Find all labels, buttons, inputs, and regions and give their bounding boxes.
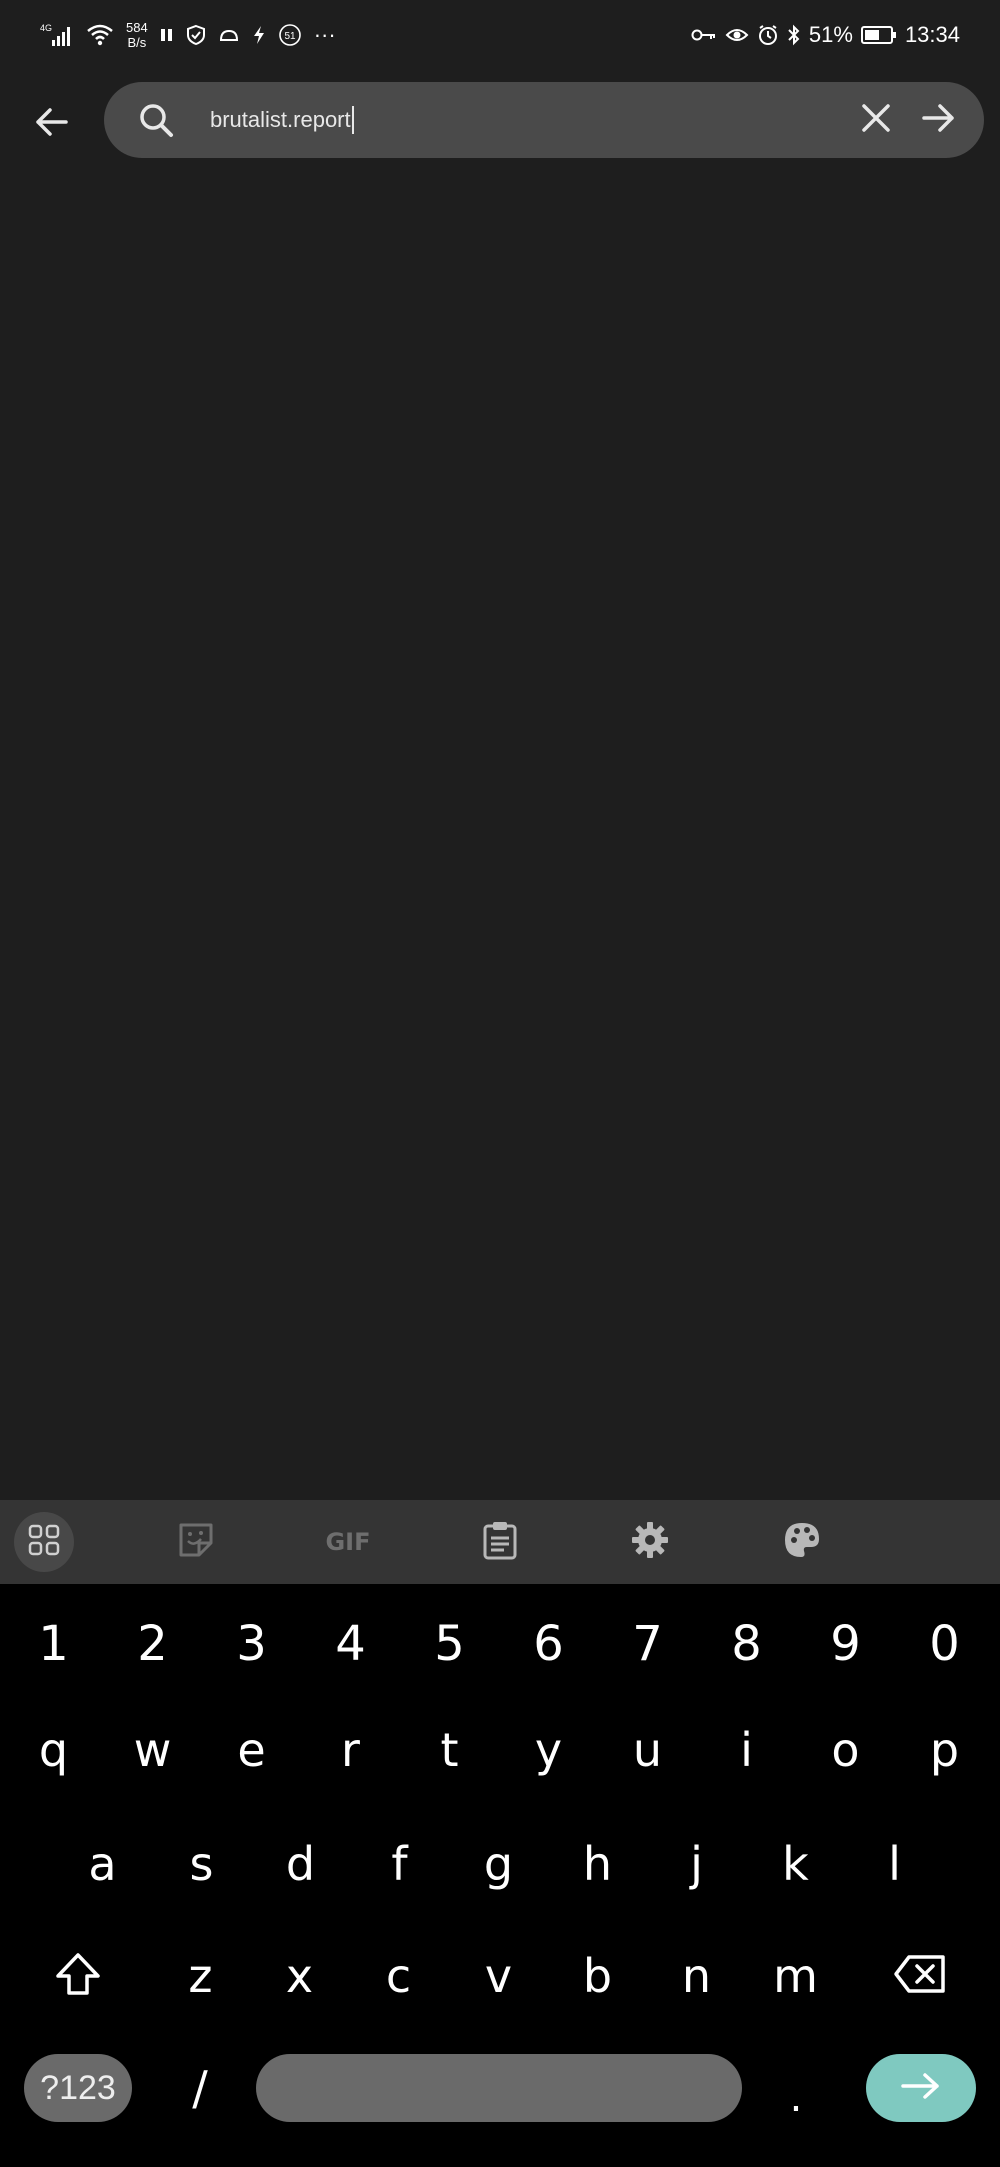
arrow-right-icon — [920, 100, 956, 140]
key-t[interactable]: t — [400, 1700, 499, 1800]
key-3[interactable]: 3 — [202, 1594, 301, 1694]
key-q[interactable]: q — [4, 1700, 103, 1800]
go-button[interactable] — [918, 100, 958, 140]
key-5[interactable]: 5 — [400, 1594, 499, 1694]
key-4[interactable]: 4 — [301, 1594, 400, 1694]
key-period[interactable]: . — [746, 2038, 846, 2138]
key-e[interactable]: e — [202, 1700, 301, 1800]
search-input[interactable]: brutalist.report — [210, 100, 354, 140]
status-bar-left: 4G 584 B/s 51 ··· — [40, 14, 336, 56]
network-type: 4G — [40, 23, 52, 33]
arrow-left-icon — [32, 102, 72, 146]
key-j[interactable]: j — [647, 1814, 746, 1914]
key-a[interactable]: a — [53, 1814, 152, 1914]
suggestions-area — [0, 170, 1000, 1500]
more-icon: ··· — [313, 22, 336, 47]
key-g[interactable]: g — [449, 1814, 548, 1914]
signal-icon: 4G — [40, 22, 74, 48]
close-icon — [859, 101, 893, 139]
key-slash[interactable]: / — [150, 2038, 250, 2138]
search-icon — [136, 100, 176, 140]
search-bar[interactable]: brutalist.report — [104, 82, 984, 158]
keyboard: 1 2 3 4 5 6 7 8 9 0 q w e r t y u i o p … — [0, 1584, 1000, 2167]
net-speed-unit: B/s — [127, 35, 147, 50]
gif-icon: GIF — [325, 1528, 371, 1556]
key-9[interactable]: 9 — [796, 1594, 895, 1694]
key-8[interactable]: 8 — [697, 1594, 796, 1694]
key-i[interactable]: i — [697, 1700, 796, 1800]
bluetooth-icon — [787, 24, 801, 46]
key-6[interactable]: 6 — [499, 1594, 598, 1694]
clear-button[interactable] — [856, 100, 896, 140]
status-bar: 4G 584 B/s 51 ··· 51% 13:34 — [0, 0, 1000, 70]
key-f[interactable]: f — [350, 1814, 449, 1914]
arrow-right-icon — [899, 2070, 943, 2106]
shift-icon — [54, 1952, 102, 2000]
net-speed-value: 584 — [126, 20, 148, 35]
key-v[interactable]: v — [449, 1926, 548, 2026]
key-k[interactable]: k — [746, 1814, 845, 1914]
clipboard-button[interactable] — [472, 1514, 528, 1570]
notification-count: 51 — [284, 31, 296, 42]
enter-key[interactable] — [866, 2054, 976, 2122]
theme-button[interactable] — [774, 1514, 830, 1570]
key-z[interactable]: z — [151, 1926, 250, 2026]
key-r[interactable]: r — [301, 1700, 400, 1800]
key-p[interactable]: p — [895, 1700, 994, 1800]
clock: 13:34 — [904, 22, 960, 47]
clipboard-icon — [482, 1520, 518, 1564]
key-n[interactable]: n — [647, 1926, 746, 2026]
gif-button[interactable]: GIF — [318, 1514, 378, 1570]
key-x[interactable]: x — [250, 1926, 349, 2026]
sticker-icon — [177, 1521, 215, 1563]
backspace-icon — [893, 1954, 947, 1998]
search-row: brutalist.report — [0, 82, 1000, 162]
key-d[interactable]: d — [251, 1814, 350, 1914]
sticker-button[interactable] — [168, 1514, 224, 1570]
key-icon — [691, 27, 717, 43]
bolt-icon — [252, 25, 266, 45]
status-bar-right: 51% 13:34 — [691, 14, 960, 56]
key-0[interactable]: 0 — [895, 1594, 994, 1694]
alarm-icon — [757, 24, 779, 46]
settings-gear-icon — [630, 1520, 670, 1564]
cloud-icon — [218, 26, 240, 44]
key-2[interactable]: 2 — [103, 1594, 202, 1694]
shield-icon — [186, 24, 206, 46]
eye-icon — [725, 26, 749, 44]
net-speed: 584 B/s — [126, 20, 148, 50]
key-y[interactable]: y — [499, 1700, 598, 1800]
notification-badge-icon: 51 — [278, 23, 302, 47]
text-caret — [351, 106, 354, 134]
settings-button[interactable] — [622, 1514, 678, 1570]
backspace-key[interactable] — [870, 1926, 970, 2026]
shift-key[interactable] — [28, 1926, 128, 2026]
key-w[interactable]: w — [103, 1700, 202, 1800]
key-1[interactable]: 1 — [4, 1594, 103, 1694]
key-s[interactable]: s — [152, 1814, 251, 1914]
keyboard-toolbar: GIF — [0, 1500, 1000, 1584]
back-button[interactable] — [20, 92, 84, 156]
key-m[interactable]: m — [746, 1926, 845, 2026]
key-c[interactable]: c — [349, 1926, 448, 2026]
symbols-key[interactable]: ?123 — [24, 2054, 132, 2122]
key-7[interactable]: 7 — [598, 1594, 697, 1694]
key-b[interactable]: b — [548, 1926, 647, 2026]
apps-grid-icon — [28, 1524, 60, 1560]
pause-icon — [160, 26, 174, 44]
search-query: brutalist.report — [210, 107, 351, 132]
battery-icon — [860, 25, 897, 45]
key-u[interactable]: u — [598, 1700, 697, 1800]
space-key[interactable] — [256, 2054, 742, 2122]
key-h[interactable]: h — [548, 1814, 647, 1914]
palette-icon — [782, 1520, 822, 1564]
key-l[interactable]: l — [845, 1814, 944, 1914]
apps-grid-button[interactable] — [14, 1512, 74, 1572]
battery-percent: 51% — [808, 22, 853, 47]
wifi-icon — [86, 23, 114, 47]
key-o[interactable]: o — [796, 1700, 895, 1800]
